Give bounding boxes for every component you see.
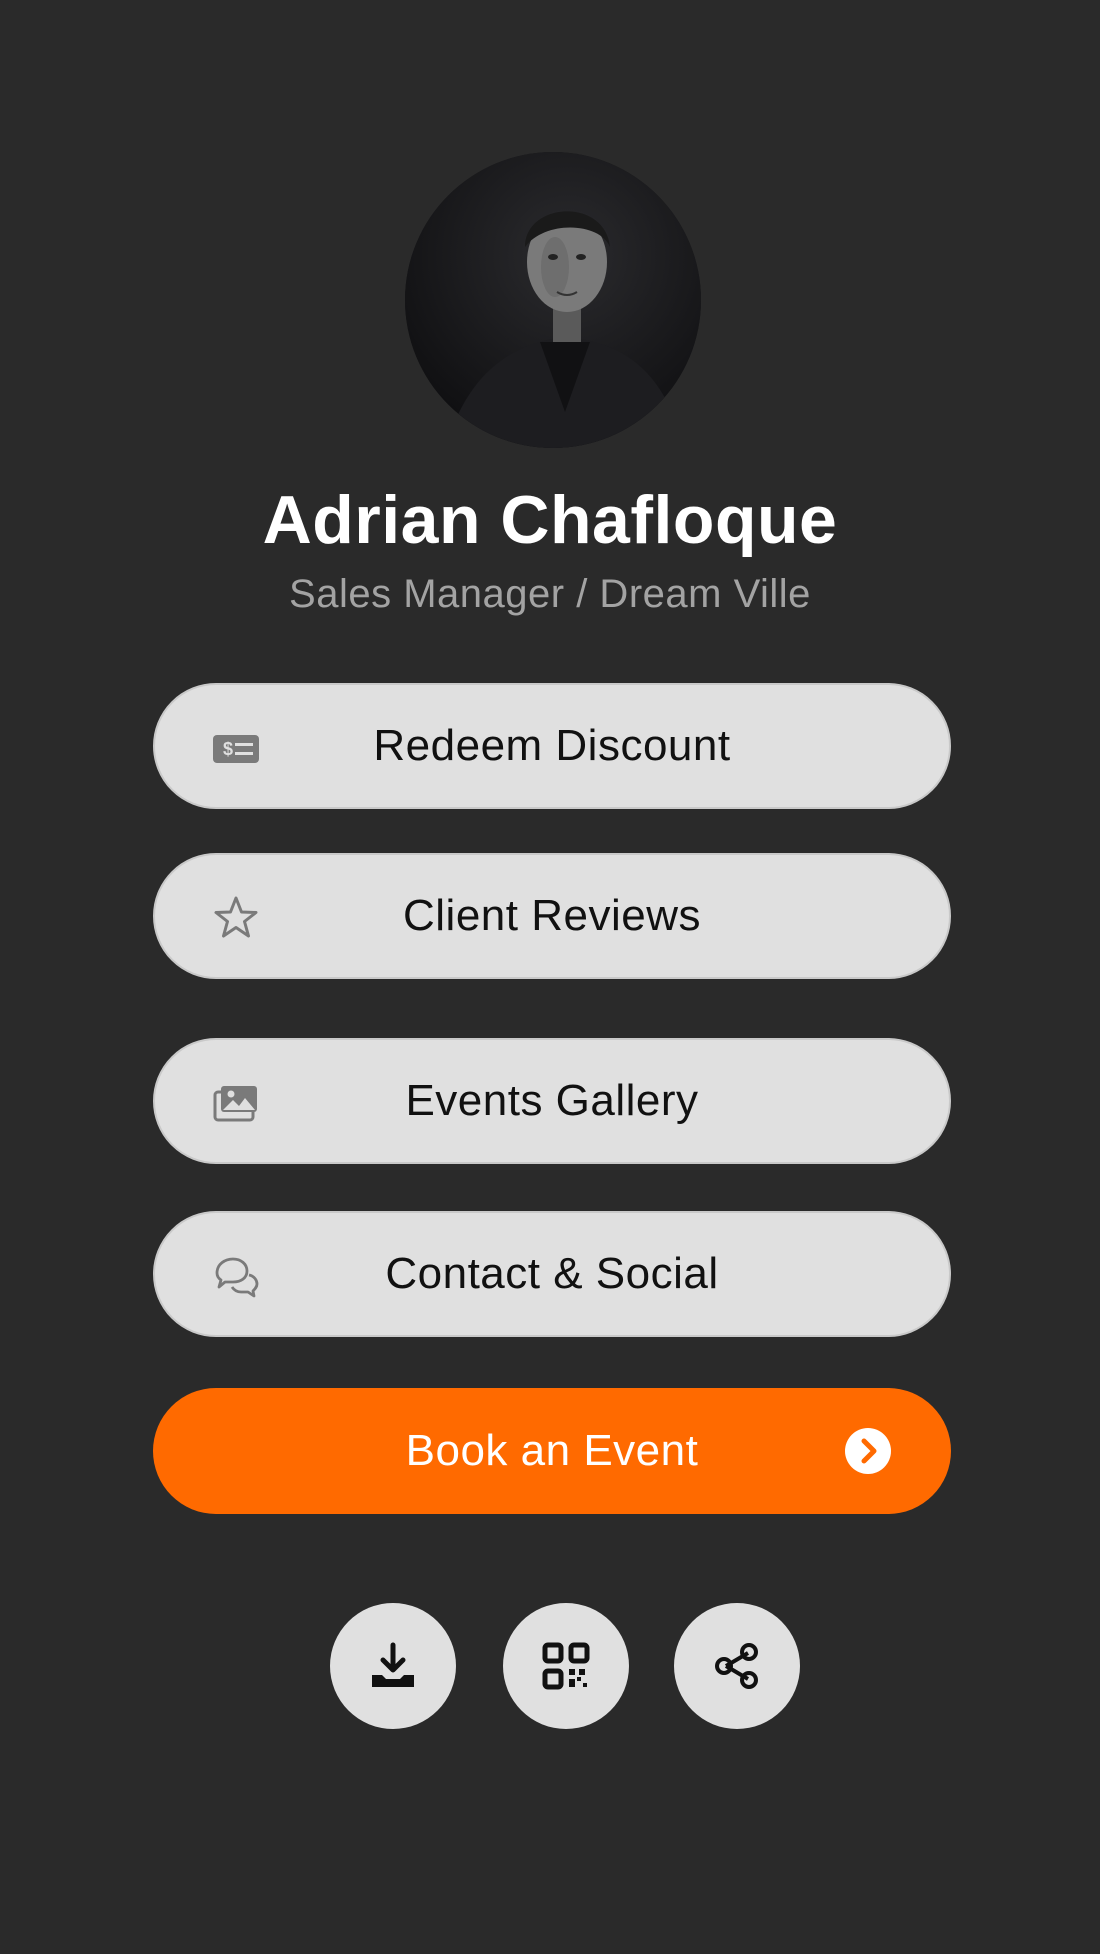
events-gallery-label: Events Gallery <box>405 1076 699 1125</box>
client-reviews-button[interactable]: Client Reviews <box>153 853 951 979</box>
contact-social-label: Contact & Social <box>385 1249 719 1298</box>
avatar <box>405 152 701 448</box>
profile-name: Adrian Chafloque <box>262 482 838 558</box>
book-event-label: Book an Event <box>405 1426 699 1475</box>
book-event-button[interactable]: Book an Event <box>153 1388 951 1514</box>
client-reviews-label: Client Reviews <box>403 891 701 940</box>
contact-social-button[interactable]: Contact & Social <box>153 1211 951 1337</box>
qr-code-button[interactable] <box>503 1603 629 1729</box>
redeem-discount-label: Redeem Discount <box>373 721 731 770</box>
share-icon <box>715 1643 758 1689</box>
redeem-discount-button[interactable]: $ Redeem Discount <box>153 683 951 809</box>
share-button[interactable] <box>674 1603 800 1729</box>
events-gallery-button[interactable]: Events Gallery <box>153 1038 951 1164</box>
download-button[interactable] <box>330 1603 456 1729</box>
download-icon <box>372 1642 414 1687</box>
profile-photo <box>405 152 701 448</box>
chevron-right-circle-icon <box>845 1428 891 1474</box>
business-card: Adrian Chafloque Sales Manager / Dream V… <box>0 0 1100 1954</box>
qr-code-icon <box>542 1642 590 1690</box>
profile-subtitle: Sales Manager / Dream Ville <box>289 572 811 616</box>
